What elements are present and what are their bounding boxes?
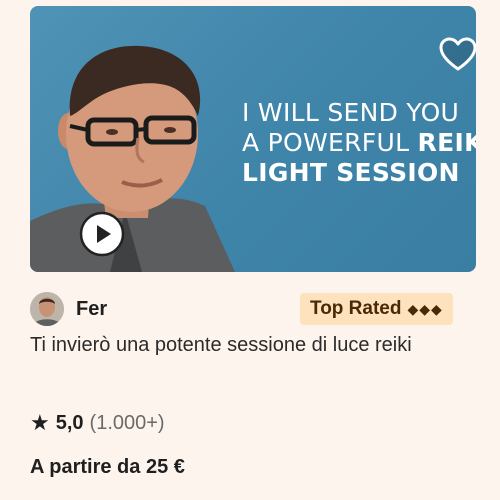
heart-icon[interactable] [439,36,476,74]
avatar[interactable] [30,292,64,326]
badge-label: Top Rated [310,298,402,319]
star-icon: ★ [30,410,50,435]
top-rated-badge: Top Rated ◆◆◆ [300,293,453,325]
rating: ★ 5,0 (1.000+) [30,410,165,436]
headline-line-2: A POWERFUL REIKI [242,128,476,158]
badge-diamonds: ◆◆◆ [407,300,443,317]
rating-score: 5,0 [55,411,84,434]
headline-line-1: I WILL SEND YOU [242,98,460,127]
headline-line-2-prefix: A POWERFUL [242,128,418,157]
rating-count: (1.000+) [89,411,165,434]
gig-title[interactable]: Ti invierò una potente sessione di luce … [30,328,490,362]
seller-name[interactable]: Fer [76,298,107,321]
starting-price: A partire da 25 € [30,456,185,478]
gig-card[interactable]: I WILL SEND YOU A POWERFUL REIKI LIGHT S… [0,0,500,500]
gig-thumbnail[interactable]: I WILL SEND YOU A POWERFUL REIKI LIGHT S… [30,6,476,272]
play-icon[interactable] [79,211,125,257]
headline-line-3: LIGHT SESSION [242,158,460,187]
seller-info[interactable]: Fer [30,290,107,328]
thumbnail-headline: I WILL SEND YOU A POWERFUL REIKI LIGHT S… [242,98,476,188]
avatar-image [30,292,64,326]
headline-line-2-bold: REIKI [417,128,476,157]
